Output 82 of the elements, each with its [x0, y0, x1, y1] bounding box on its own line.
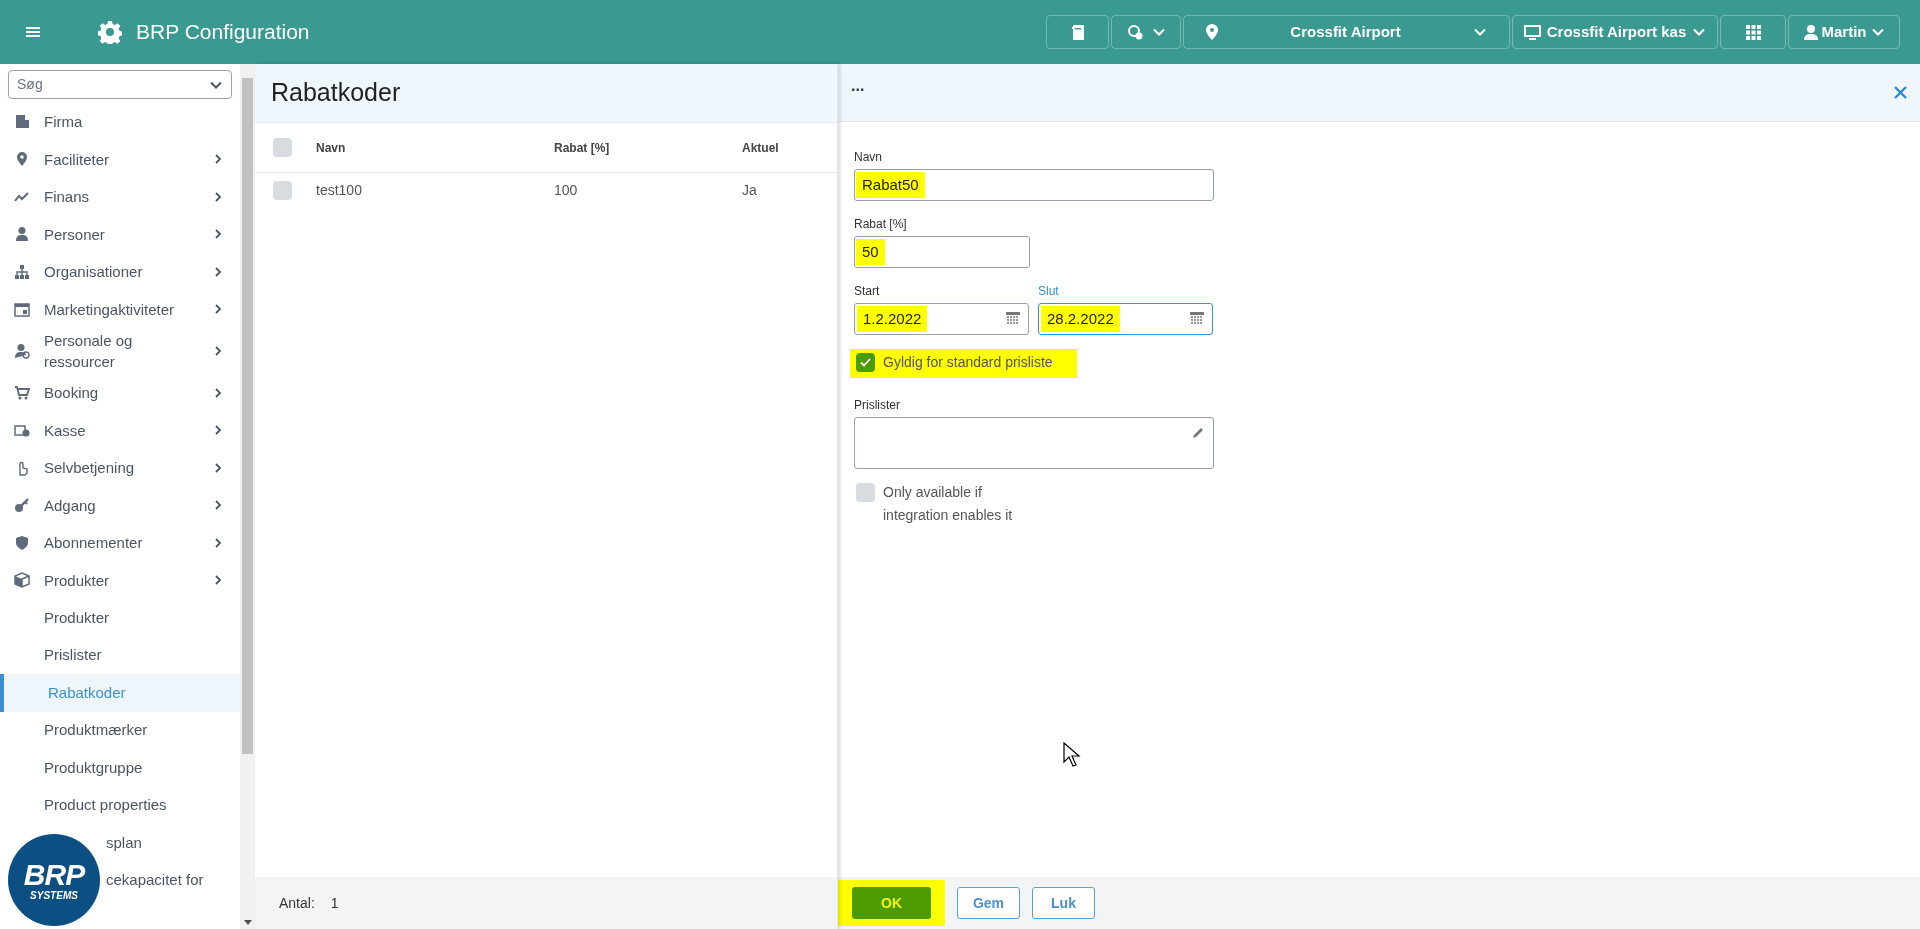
checkmark-icon: [860, 358, 871, 367]
sidebar-item[interactable]: Booking: [0, 374, 240, 412]
shield-icon: [14, 534, 30, 551]
user-icon: [1803, 24, 1818, 40]
field-value: 28.2.2022: [1041, 305, 1120, 333]
brp-logo: BRP SYSTEMS: [8, 834, 100, 926]
text-area[interactable]: [854, 417, 1214, 469]
sidebar-item[interactable]: Abonnementer: [0, 524, 240, 562]
sidebar-item[interactable]: Organisationer: [0, 253, 240, 291]
person-icon: [14, 226, 30, 243]
sidebar-subitem[interactable]: Prislister: [0, 636, 240, 674]
location-pin-icon: [14, 151, 30, 168]
grid-icon: [1745, 24, 1761, 40]
count-label: Antal:: [279, 893, 315, 913]
calendar-icon[interactable]: [1190, 312, 1204, 326]
checkbox-label: Gyldig for standard prisliste: [883, 353, 1053, 372]
sidebar-subitem[interactable]: Produktgruppe: [0, 749, 240, 787]
checkbox[interactable]: [273, 180, 292, 200]
sidebar-item[interactable]: Personale og ressourcer: [0, 328, 240, 374]
sidebar-subitem[interactable]: cekapacitet for: [106, 861, 240, 899]
column-header[interactable]: Aktuel: [742, 138, 822, 157]
date-field[interactable]: 28.2.2022: [1038, 303, 1213, 335]
gear-link-button[interactable]: [1111, 15, 1181, 49]
field-value: 50: [856, 238, 885, 266]
field-label: Slut: [1038, 283, 1060, 300]
notebook-icon: [1071, 24, 1084, 40]
count-value: 1: [330, 893, 339, 913]
scrollbar[interactable]: [240, 64, 255, 929]
sidebar-item[interactable]: Faciliteter: [0, 140, 240, 178]
building-icon: [14, 113, 30, 130]
sidebar-item[interactable]: Kasse: [0, 411, 240, 449]
checkbox[interactable]: [856, 353, 875, 372]
sidebar-subitem[interactable]: Produktmærker: [0, 711, 240, 749]
close-icon[interactable]: [1894, 86, 1907, 99]
location-pin-icon: [1206, 24, 1218, 40]
search-dropdown[interactable]: Søg: [8, 70, 232, 99]
page-title: Rabatkoder: [271, 77, 401, 109]
table-row[interactable]: test100 100 Ja: [255, 173, 837, 207]
field-label: Start: [854, 283, 881, 300]
checkbox[interactable]: [856, 483, 875, 502]
notebook-button[interactable]: [1046, 15, 1109, 49]
table-cell-text: test100: [316, 180, 363, 200]
column-header[interactable]: Rabat [%]: [554, 138, 742, 157]
field-value: Rabat50: [856, 171, 925, 199]
settings-icon: [98, 20, 122, 44]
field-label: Rabat [%]: [854, 216, 908, 233]
sidebar-item[interactable]: Finans: [0, 178, 240, 216]
input-field[interactable]: 50: [854, 236, 1030, 268]
app-title: BRP Configuration: [136, 19, 310, 46]
sidebar-item[interactable]: Personer: [0, 215, 240, 253]
box-icon: [14, 572, 30, 589]
monitor-icon: [1523, 24, 1541, 40]
checkbox[interactable]: [273, 138, 292, 157]
person-clock-icon: [14, 343, 30, 359]
checkbox-label: Only available if integration enables it: [883, 483, 1014, 525]
org-chart-icon: [14, 263, 30, 280]
sidebar-item[interactable]: Firma: [0, 103, 240, 141]
sidebar-subitem[interactable]: Produkter: [0, 599, 240, 637]
input-field[interactable]: Rabat50: [854, 169, 1214, 201]
sidebar-subitem[interactable]: splan: [106, 824, 240, 862]
table-cell-text: Ja: [742, 180, 758, 200]
key-icon: [14, 497, 30, 514]
pencil-icon[interactable]: [1191, 426, 1205, 440]
calendar-icon[interactable]: [1006, 312, 1020, 326]
cart-icon: [14, 384, 30, 401]
sidebar-item[interactable]: Produkter: [0, 561, 240, 599]
column-header[interactable]: Navn: [316, 138, 554, 157]
sidebar-item[interactable]: Selvbetjening: [0, 449, 240, 487]
sidebar-item[interactable]: Adgang: [0, 486, 240, 524]
panel-title: ...: [851, 75, 865, 96]
date-field[interactable]: 1.2.2022: [854, 303, 1029, 335]
field-label: Prislister: [854, 397, 901, 414]
sidebar-item[interactable]: Marketingaktiviteter: [0, 290, 240, 328]
cursor-icon: [1063, 742, 1081, 768]
table-cell-text: 100: [554, 180, 579, 200]
calendar-icon: [14, 301, 30, 318]
field-value: 1.2.2022: [857, 305, 928, 333]
field-label: Navn: [854, 149, 883, 166]
menu-icon[interactable]: [26, 26, 40, 38]
sidebar-subitem[interactable]: Product properties: [0, 786, 240, 824]
scroll-down-icon[interactable]: [243, 920, 252, 925]
apps-button[interactable]: [1720, 15, 1786, 49]
